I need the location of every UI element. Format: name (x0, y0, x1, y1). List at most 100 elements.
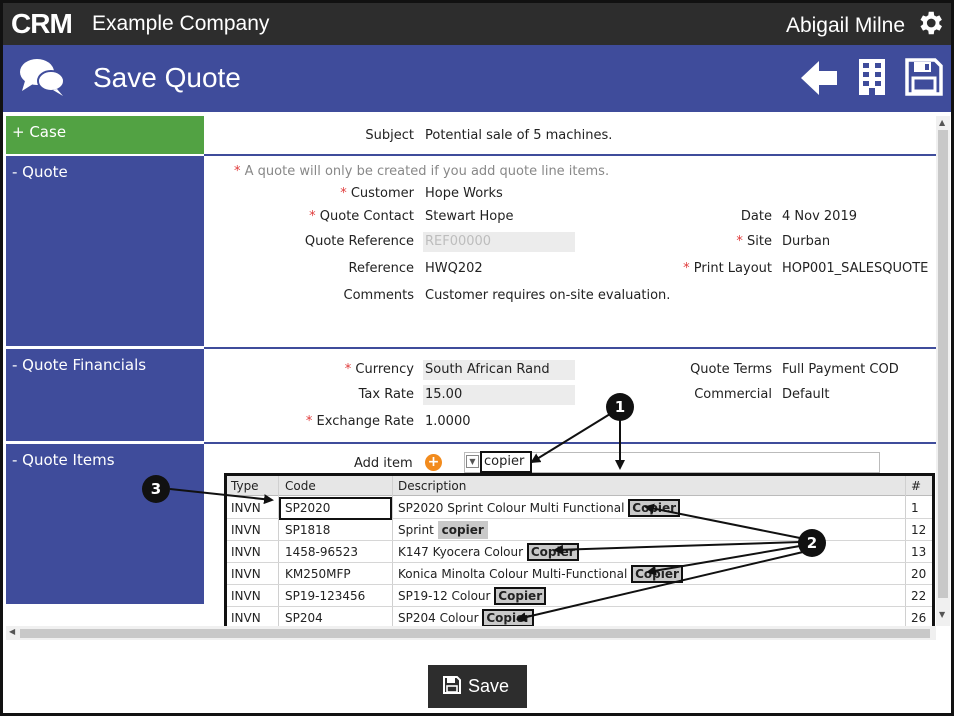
quote-terms-label: Quote Terms (690, 362, 772, 377)
subject-label: Subject (365, 128, 414, 143)
callout-3: 3 (142, 475, 170, 503)
save-button[interactable]: Save (428, 665, 527, 708)
row-code: SP204 (285, 611, 323, 625)
print-layout-value[interactable]: HOP001_SALESQUOTE (782, 261, 932, 276)
column-number: # (911, 479, 922, 493)
quote-contact-value[interactable]: Stewart Hope (425, 209, 514, 224)
row-type: INVN (231, 611, 261, 625)
vertical-scrollbar[interactable]: ▲ ▼ (936, 116, 950, 626)
customer-value[interactable]: Hope Works (425, 186, 503, 201)
exchange-rate-label: * Exchange Rate (305, 414, 414, 429)
row-description: SP204 Colour Copier (398, 609, 535, 627)
site-label: * Site (736, 234, 772, 249)
customer-label: * Customer (340, 186, 414, 201)
row-code: SP19-123456 (285, 589, 366, 603)
callout-1: 1 (606, 393, 634, 421)
row-number: 20 (911, 567, 927, 581)
reference-label: Reference (348, 261, 414, 276)
row-code: 1458-96523 (285, 545, 359, 559)
row-type: INVN (231, 589, 261, 603)
table-row[interactable]: INVN 1458-96523 K147 Kyocera Colour Copi… (227, 541, 932, 563)
quote-reference-field: REF00000 (423, 232, 575, 252)
quote-note: * A quote will only be created if you ad… (234, 164, 610, 179)
row-description: SP2020 Sprint Colour Multi Functional Co… (398, 499, 681, 517)
gear-icon[interactable] (915, 8, 945, 38)
chevron-down-icon[interactable]: ▼ (466, 455, 479, 468)
column-type: Type (231, 479, 259, 493)
row-description: Konica Minolta Colour Multi-Functional C… (398, 565, 683, 583)
title-bar: Save Quote (3, 45, 951, 112)
scroll-left-icon[interactable]: ◀ (9, 627, 15, 636)
reference-value[interactable]: HWQ202 (425, 261, 483, 276)
row-type: INVN (231, 567, 261, 581)
row-code: KM250MFP (285, 567, 351, 581)
scroll-up-icon[interactable]: ▲ (939, 118, 945, 127)
site-value[interactable]: Durban (782, 234, 830, 249)
quote-terms-value[interactable]: Full Payment COD (782, 362, 899, 377)
subject-value[interactable]: Potential sale of 5 machines. (425, 128, 612, 143)
row-number: 26 (911, 611, 927, 625)
horizontal-scrollbar[interactable]: ◀ (6, 626, 936, 640)
section-quote-financials[interactable]: - Quote Financials (6, 349, 204, 441)
section-case-label: + Case (12, 123, 67, 141)
save-button-label: Save (468, 676, 510, 696)
row-number: 22 (911, 589, 927, 603)
section-case[interactable]: + Case (6, 116, 204, 154)
section-financials-label: - Quote Financials (12, 356, 147, 374)
row-description: K147 Kyocera Colour Copier (398, 543, 579, 561)
crm-logo[interactable]: CRM (11, 9, 73, 39)
section-quote[interactable]: - Quote (6, 156, 204, 346)
column-description: Description (398, 479, 467, 493)
add-item-label: Add item (354, 456, 413, 471)
section-divider (204, 347, 936, 349)
item-results-table: Type Code Description # INVN SP2020 SP20… (224, 473, 935, 630)
add-item-plus-icon[interactable]: + (425, 454, 442, 471)
item-search-query[interactable]: copier (480, 451, 532, 473)
user-name[interactable]: Abigail Milne (786, 13, 905, 39)
column-code: Code (285, 479, 316, 493)
quote-contact-label: * Quote Contact (309, 209, 414, 224)
section-divider (204, 154, 936, 156)
company-name: Example Company (92, 12, 270, 35)
comments-label: Comments (343, 288, 414, 303)
section-items-label: - Quote Items (12, 451, 115, 469)
row-description: SP19-12 Colour Copier (398, 587, 547, 605)
table-row[interactable]: INVN KM250MFP Konica Minolta Colour Mult… (227, 563, 932, 585)
exchange-rate-value[interactable]: 1.0000 (425, 414, 471, 429)
tax-rate-label: Tax Rate (358, 387, 414, 402)
table-row[interactable]: INVN SP1818 Sprint copier 12 (227, 519, 932, 541)
code-highlight-box (279, 497, 392, 520)
commercial-label: Commercial (694, 387, 772, 402)
date-value[interactable]: 4 Nov 2019 (782, 209, 857, 224)
row-number: 12 (911, 523, 927, 537)
row-type: INVN (231, 501, 261, 515)
save-floppy-icon (443, 676, 461, 694)
back-arrow-icon[interactable] (799, 59, 839, 97)
print-layout-label: * Print Layout (683, 261, 772, 276)
currency-field[interactable]: South African Rand (423, 360, 575, 380)
quote-reference-label: Quote Reference (304, 234, 414, 249)
section-quote-items[interactable]: - Quote Items (6, 444, 204, 604)
date-label: Date (740, 209, 772, 224)
table-row[interactable]: INVN SP19-123456 SP19-12 Colour Copier 2… (227, 585, 932, 607)
callout-2: 2 (798, 529, 826, 557)
page-title: Save Quote (93, 62, 241, 93)
row-code: SP1818 (285, 523, 331, 537)
row-type: INVN (231, 523, 261, 537)
tax-rate-field[interactable]: 15.00 (423, 385, 575, 405)
scroll-thumb[interactable] (20, 629, 930, 638)
save-floppy-icon[interactable] (905, 58, 943, 96)
row-description: Sprint copier (398, 521, 488, 539)
top-bar: CRM Example Company Abigail Milne (3, 3, 951, 45)
row-type: INVN (231, 545, 261, 559)
scroll-down-icon[interactable]: ▼ (939, 610, 945, 619)
scroll-thumb[interactable] (938, 130, 948, 598)
table-header: Type Code Description # (227, 476, 932, 496)
comments-value[interactable]: Customer requires on-site evaluation. (425, 288, 670, 303)
commercial-value[interactable]: Default (782, 387, 830, 402)
building-icon[interactable] (857, 57, 887, 97)
row-number: 13 (911, 545, 927, 559)
row-number: 1 (911, 501, 919, 515)
section-quote-label: - Quote (12, 163, 68, 181)
chat-bubbles-icon (20, 59, 65, 96)
